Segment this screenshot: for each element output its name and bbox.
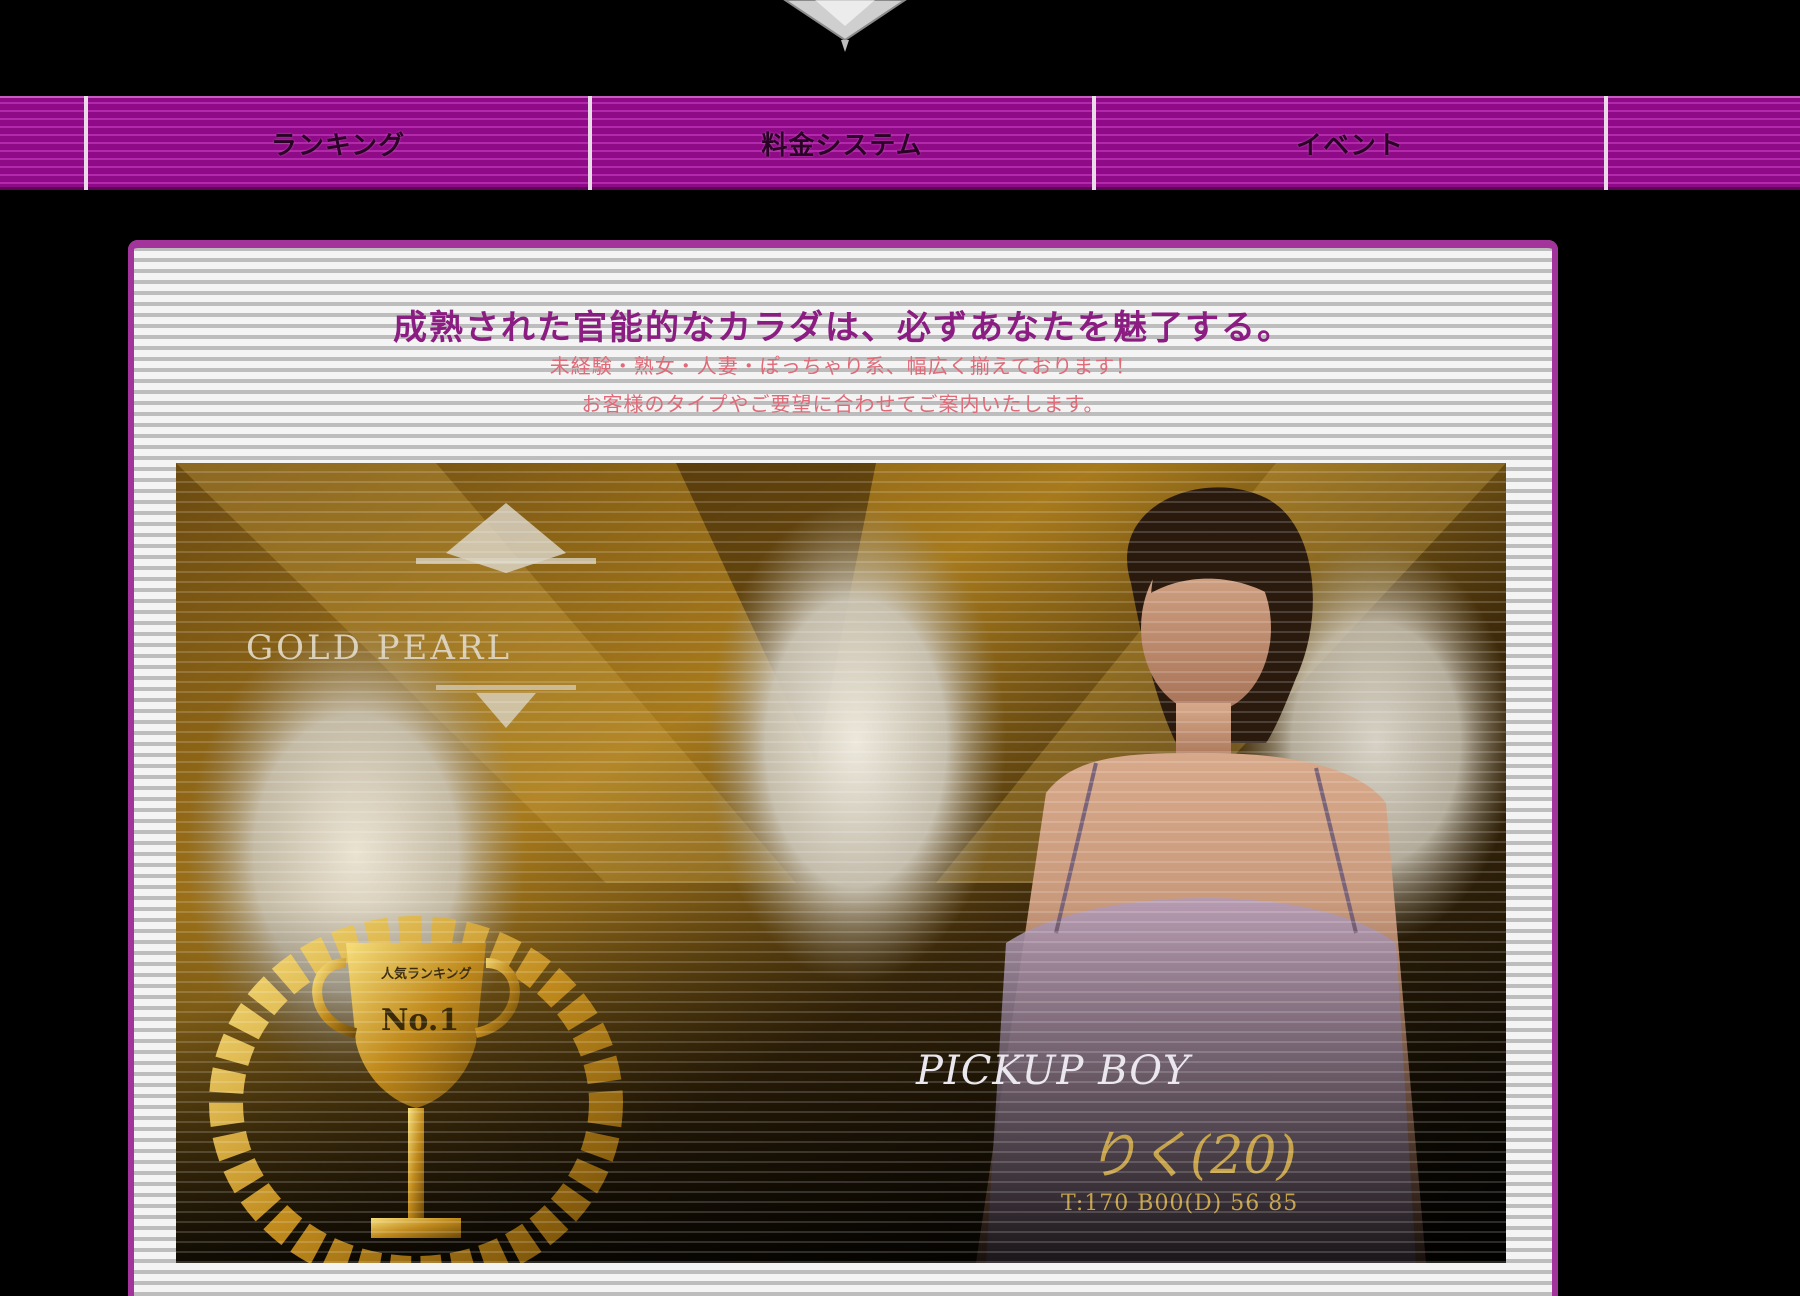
nav-divider xyxy=(1604,96,1608,190)
diamond-logo-icon[interactable] xyxy=(775,0,915,52)
intro-subtext: 未経験・熟女・人妻・ぽっちゃり系、幅広く揃えております！ xyxy=(549,354,1137,378)
pickup-banner[interactable]: GOLD PEARL 人気ランキング No.1 PICKUP BOY りく(20… xyxy=(176,463,1506,1263)
banner-artwork xyxy=(176,463,1506,1263)
intro-subtext: お客様のタイプやご要望に合わせてご案内いたします。 xyxy=(581,392,1105,416)
trophy-caption: 人気ランキング xyxy=(381,967,472,982)
brand-name: GOLD PEARL xyxy=(246,628,513,668)
main-nav: ランキング 料金システム イベント xyxy=(0,96,1800,190)
nav-item-pricing[interactable]: 料金システム xyxy=(592,96,1092,190)
pickup-label: PICKUP BOY xyxy=(916,1048,1191,1094)
page: ランキング 料金システム イベント 成熟された官能的なカラダは、必ずあなたを魅了… xyxy=(0,0,1800,1296)
pickup-name: りく(20) xyxy=(1086,1126,1297,1186)
pickup-stats: T:170 B00(D) 56 85 xyxy=(1061,1191,1299,1216)
nav-item-event[interactable]: イベント xyxy=(1096,96,1604,190)
intro-tagline: 成熟された官能的なカラダは、必ずあなたを魅了する。 xyxy=(393,308,1293,348)
nav-item-ranking[interactable]: ランキング xyxy=(88,96,588,190)
trophy-rank: No.1 xyxy=(381,1003,460,1038)
